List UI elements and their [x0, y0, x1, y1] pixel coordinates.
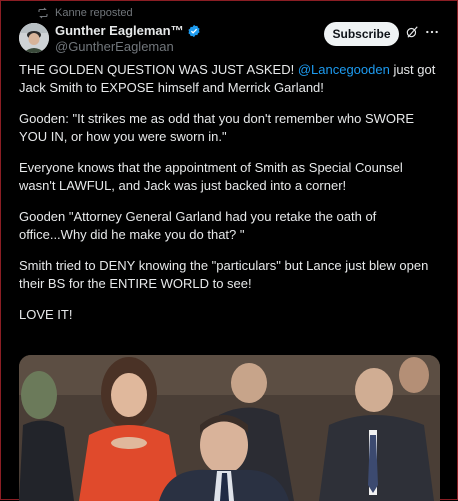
- hearing-photo: [19, 355, 440, 501]
- post-paragraph-1: THE GOLDEN QUESTION WAS JUST ASKED! @Lan…: [19, 61, 439, 97]
- author-info[interactable]: Gunther Eagleman™ @GuntherEagleman: [55, 23, 201, 55]
- post-media[interactable]: [19, 355, 440, 501]
- author-display-name[interactable]: Gunther Eagleman™: [55, 23, 184, 39]
- subscribe-button[interactable]: Subscribe: [324, 22, 399, 46]
- avatar-image: [19, 23, 49, 53]
- author-handle[interactable]: @GuntherEagleman: [55, 39, 201, 55]
- post-text: THE GOLDEN QUESTION WAS JUST ASKED! @Lan…: [19, 61, 439, 337]
- repost-label: Kanne reposted: [55, 7, 133, 19]
- repost-indicator[interactable]: Kanne reposted: [37, 7, 133, 19]
- repost-icon: [38, 7, 48, 19]
- verified-badge-icon: [188, 24, 200, 38]
- more-icon[interactable]: [425, 25, 439, 39]
- mention-link[interactable]: @Lancegooden: [298, 62, 390, 77]
- grok-icon[interactable]: [405, 25, 419, 39]
- author-name-row[interactable]: Gunther Eagleman™: [55, 23, 201, 39]
- post-paragraph-6: LOVE IT!: [19, 307, 73, 322]
- post-paragraph-4: Gooden "Attorney General Garland had you…: [19, 209, 377, 242]
- post-text-segment: THE GOLDEN QUESTION WAS JUST ASKED!: [19, 62, 298, 77]
- post-paragraph-3: Everyone knows that the appointment of S…: [19, 160, 403, 193]
- avatar[interactable]: [19, 23, 49, 53]
- post-paragraph-5: Smith tried to DENY knowing the "particu…: [19, 258, 429, 291]
- post-paragraph-2: Gooden: "It strikes me as odd that you d…: [19, 111, 415, 144]
